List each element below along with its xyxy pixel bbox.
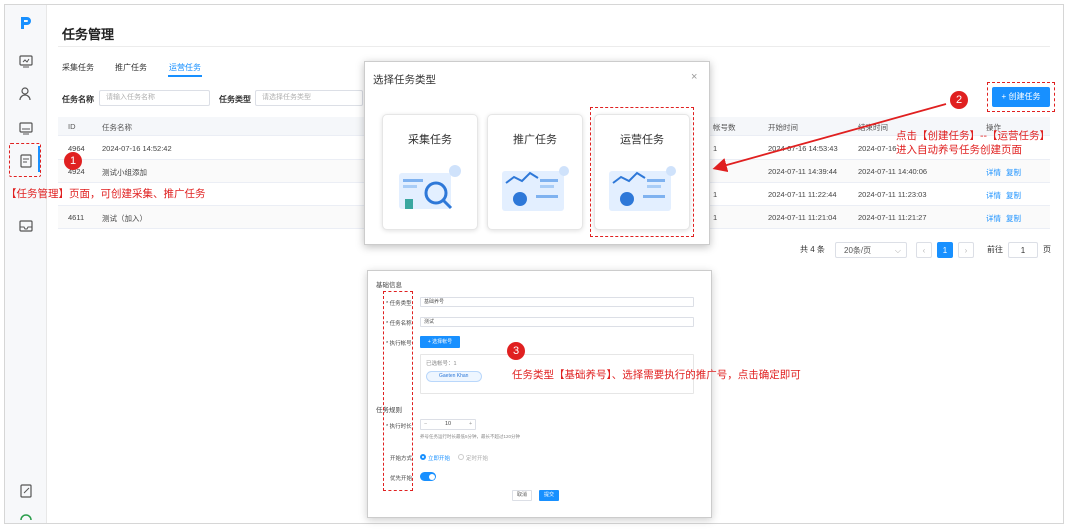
annotation-arrow-icon: [712, 103, 947, 173]
